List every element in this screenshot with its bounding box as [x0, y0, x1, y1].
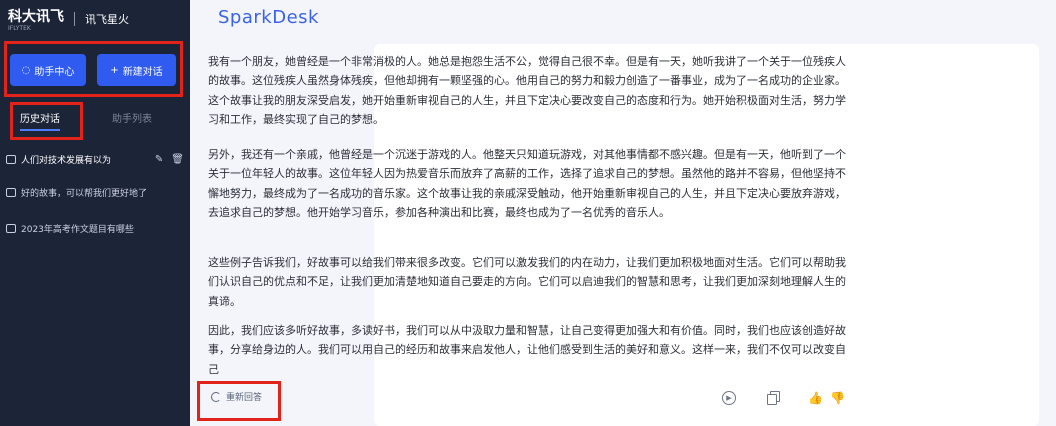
new-chat-label: 新建对话: [122, 66, 163, 78]
brand-logo: 科大讯飞 IFLYTEK 讯飞星火: [8, 8, 129, 32]
answer-paragraph: 我有一个朋友，她曾经是一个非常消极的人。她总是抱怨生活不公，觉得自己很不幸。但是…: [208, 55, 846, 126]
help-center-label: 助手中心: [34, 66, 75, 78]
like-icon[interactable]: 👍: [808, 391, 823, 405]
delete-icon[interactable]: 🗑: [171, 154, 184, 165]
app-title: SparkDesk: [218, 7, 319, 28]
history-item-label: 人们对技术发展有以为: [21, 155, 112, 166]
product-logo: 讯飞星火: [85, 13, 129, 26]
iflytek-logo: 科大讯飞: [8, 9, 64, 25]
chat-icon: [6, 154, 16, 164]
chat-icon: [6, 223, 16, 233]
history-item-label: 好的故事，可以帮我们更好地了: [21, 188, 148, 199]
new-chat-button[interactable]: + 新建对话: [97, 54, 176, 86]
copy-icon[interactable]: [767, 391, 781, 405]
tab-assistant-list[interactable]: 助手列表: [112, 110, 152, 125]
answer-paragraph: 这些例子告诉我们，好故事可以给我们带来很多改变。它们可以激发我们的内在动力，让我…: [208, 256, 846, 308]
history-item-label: 2023年高考作文题目有哪些: [21, 224, 134, 235]
chat-icon: [6, 187, 16, 197]
answer-paragraph: 因此，我们应该多听好故事，多读好书，我们可以从中汲取力量和智慧，让自己变得更加强…: [208, 324, 846, 376]
answer-paragraph: 另外，我还有一个亲戚，他曾经是一个沉迷于游戏的人。他整天只知道玩游戏，对其他事情…: [208, 148, 846, 219]
brand-divider: [74, 12, 75, 26]
help-center-button[interactable]: ◌ 助手中心: [10, 54, 86, 86]
plus-icon: +: [110, 64, 119, 76]
regenerate-button[interactable]: 重新回答: [211, 390, 262, 403]
sidebar: 科大讯飞 IFLYTEK 讯飞星火 ◌ 助手中心 + 新建对话 历史对话 助手列…: [0, 0, 190, 426]
help-icon: ◌: [21, 64, 31, 76]
history-item[interactable]: 好的故事，可以帮我们更好地了: [6, 183, 184, 201]
edit-icon[interactable]: ✎: [155, 154, 163, 165]
refresh-icon: [211, 391, 221, 402]
play-icon[interactable]: ▶: [722, 391, 736, 405]
history-item[interactable]: 人们对技术发展有以为 ✎ 🗑: [6, 150, 184, 168]
dislike-icon[interactable]: 👎: [830, 391, 845, 405]
history-item[interactable]: 2023年高考作文题目有哪些: [6, 219, 184, 237]
regenerate-label: 重新回答: [226, 393, 263, 403]
iflytek-logo-sub: IFLYTEK: [8, 25, 31, 32]
tab-history[interactable]: 历史对话: [20, 110, 60, 131]
